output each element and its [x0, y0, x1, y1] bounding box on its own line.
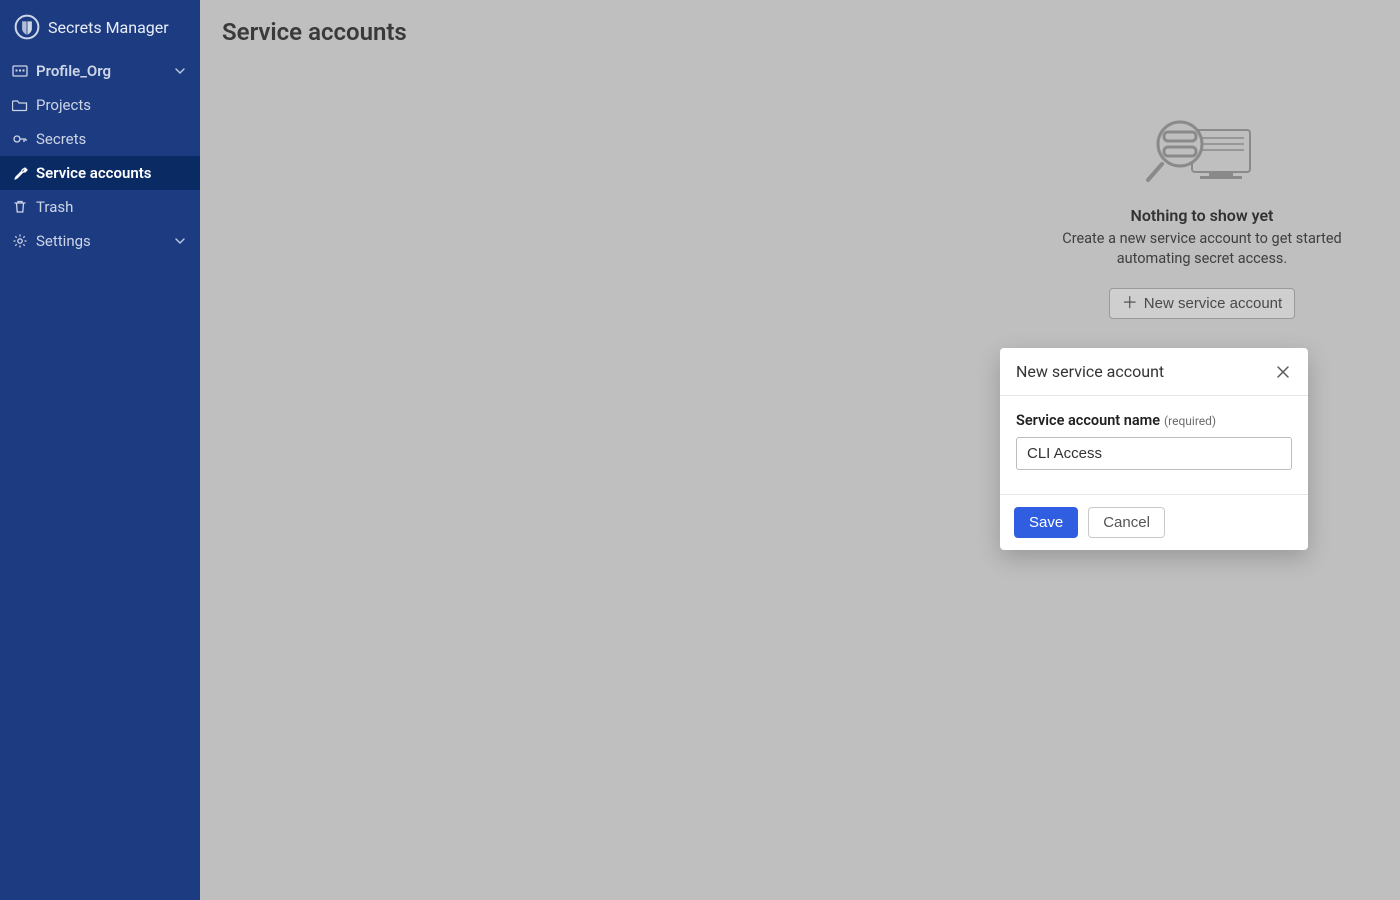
sidebar-item-label: Profile_Org	[36, 62, 111, 80]
sidebar-item-label: Secrets	[36, 130, 86, 148]
key-icon	[12, 131, 28, 147]
empty-state: Nothing to show yet Create a new service…	[1052, 108, 1352, 319]
modal-footer: Save Cancel	[1000, 494, 1308, 550]
plus-icon: ＋	[1122, 296, 1138, 312]
sidebar: Secrets Manager Profile_Org Projects Sec…	[0, 0, 200, 900]
modal-title: New service account	[1016, 362, 1164, 381]
chevron-down-icon	[174, 65, 186, 77]
service-account-name-label: Service account name (required)	[1016, 410, 1216, 429]
empty-illustration-icon	[1052, 108, 1352, 198]
sidebar-item-projects[interactable]: Projects	[0, 88, 200, 122]
wrench-icon	[12, 165, 28, 181]
brand-name: Secrets Manager	[48, 18, 169, 37]
brand: Secrets Manager	[0, 0, 200, 54]
sidebar-item-trash[interactable]: Trash	[0, 190, 200, 224]
folder-icon	[12, 97, 28, 113]
new-service-account-button[interactable]: ＋ New service account	[1109, 288, 1295, 319]
sidebar-item-label: Projects	[36, 96, 91, 114]
sidebar-item-service-accounts[interactable]: Service accounts	[0, 156, 200, 190]
empty-subtitle: Create a new service account to get star…	[1052, 229, 1352, 268]
field-label-text: Service account name	[1016, 412, 1160, 429]
org-icon	[12, 63, 28, 79]
service-account-name-input[interactable]	[1016, 437, 1292, 470]
sidebar-item-label: Trash	[36, 198, 73, 216]
sidebar-item-secrets[interactable]: Secrets	[0, 122, 200, 156]
shield-logo-icon	[14, 14, 40, 40]
main-content: Service accounts Nothing to show yet Cre…	[200, 0, 1400, 900]
page-title: Service accounts	[222, 18, 1378, 46]
new-service-account-modal: New service account Service account name…	[1000, 348, 1308, 550]
save-button[interactable]: Save	[1014, 507, 1078, 538]
field-required-text: (required)	[1164, 414, 1216, 428]
empty-title: Nothing to show yet	[1052, 206, 1352, 225]
new-service-account-label: New service account	[1144, 295, 1282, 312]
sidebar-item-label: Settings	[36, 232, 91, 250]
cancel-button[interactable]: Cancel	[1088, 507, 1165, 538]
modal-body: Service account name (required)	[1000, 396, 1308, 494]
sidebar-item-settings[interactable]: Settings	[0, 224, 200, 258]
chevron-down-icon	[174, 235, 186, 247]
trash-icon	[12, 199, 28, 215]
modal-header: New service account	[1000, 348, 1308, 396]
sidebar-item-organization[interactable]: Profile_Org	[0, 54, 200, 88]
sidebar-item-label: Service accounts	[36, 164, 151, 182]
gear-icon	[12, 233, 28, 249]
close-button[interactable]	[1274, 363, 1292, 381]
close-icon	[1276, 365, 1290, 379]
